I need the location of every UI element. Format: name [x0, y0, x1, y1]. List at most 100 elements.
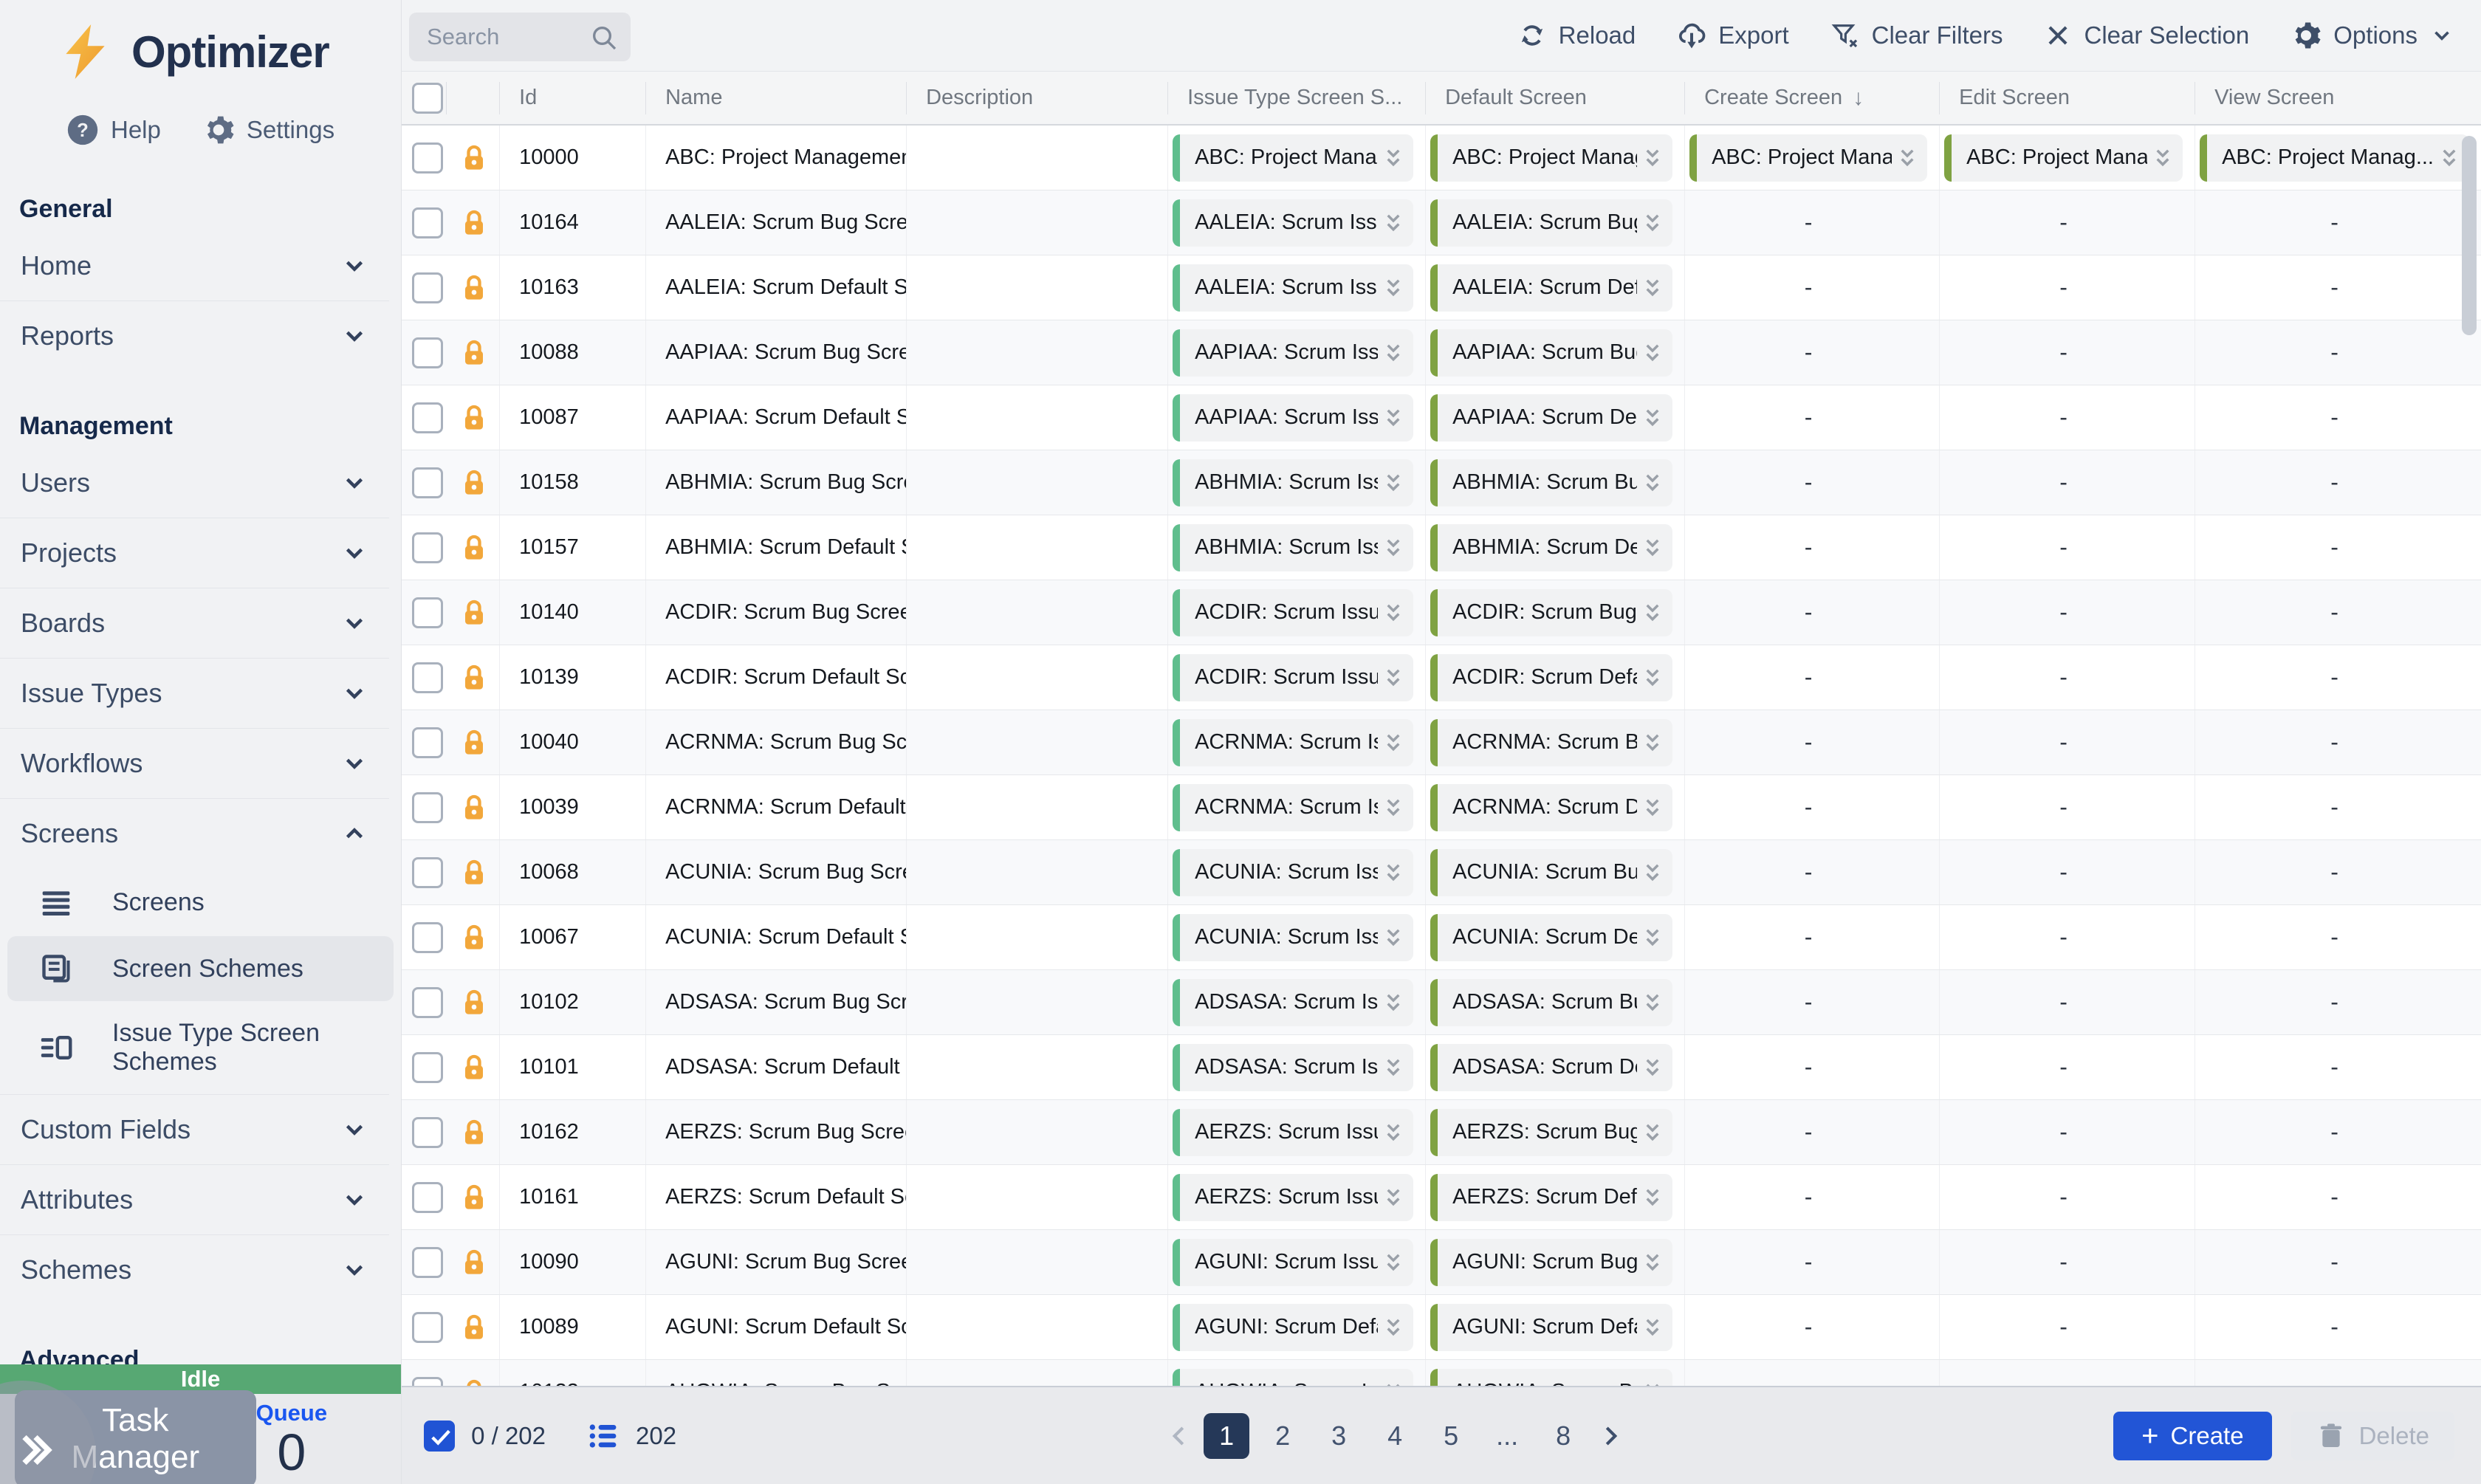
screen-select-dropdown[interactable]: ABHMIA: Scrum Bu...: [1430, 459, 1672, 506]
options-button[interactable]: Options: [2290, 20, 2454, 51]
screen-select-dropdown[interactable]: ADSASA: Scrum De...: [1430, 1044, 1672, 1091]
screen-select-dropdown[interactable]: ACUNIA: Scrum Bu...: [1430, 849, 1672, 896]
screen-select-dropdown[interactable]: ACDIR: Scrum Defa...: [1430, 654, 1672, 701]
screen-select-dropdown[interactable]: ADSASA: Scrum Bu...: [1430, 979, 1672, 1026]
page-button-3[interactable]: 3: [1316, 1413, 1362, 1459]
screen-select-dropdown[interactable]: AAPIAA: Scrum Issu...: [1173, 394, 1413, 442]
row-checkbox[interactable]: [412, 207, 443, 238]
settings-button[interactable]: Settings: [202, 114, 334, 146]
screen-select-dropdown[interactable]: AGUNI: Scrum Bug ...: [1430, 1239, 1672, 1286]
screen-select-dropdown[interactable]: ABC: Project Manag...: [1173, 134, 1413, 182]
delete-button[interactable]: Delete: [2291, 1412, 2454, 1460]
table-row[interactable]: 10157 ABHMIA: Scrum Default Scre ABHMIA:…: [402, 515, 2481, 580]
table-row[interactable]: 10039 ACRNMA: Scrum Default Scr ACRNMA: …: [402, 775, 2481, 840]
row-checkbox[interactable]: [412, 662, 443, 693]
page-button-1[interactable]: 1: [1204, 1413, 1249, 1459]
row-checkbox[interactable]: [412, 402, 443, 433]
next-page-button[interactable]: [1596, 1422, 1624, 1450]
sidebar-subitem-screens[interactable]: Screens: [7, 870, 394, 935]
screen-select-dropdown[interactable]: AALEIA: Scrum Issu...: [1173, 199, 1413, 247]
screen-select-dropdown[interactable]: ACUNIA: Scrum Def...: [1430, 914, 1672, 961]
row-checkbox[interactable]: [412, 272, 443, 303]
screen-select-dropdown[interactable]: AUGWIA: Scrum B...: [1430, 1369, 1672, 1387]
screen-select-dropdown[interactable]: AERZS: Scrum Issu...: [1173, 1109, 1413, 1156]
row-checkbox[interactable]: [412, 597, 443, 628]
column-header-description[interactable]: Description: [906, 82, 1167, 114]
screen-select-dropdown[interactable]: AGUNI: Scrum Defa...: [1430, 1304, 1672, 1351]
table-row[interactable]: 10163 AALEIA: Scrum Default Scre. AALEIA…: [402, 255, 2481, 320]
sidebar-item-issue-types[interactable]: Issue Types: [0, 659, 401, 728]
help-button[interactable]: ? Help: [66, 114, 161, 146]
screen-select-dropdown[interactable]: AERZS: Scrum Bug ...: [1430, 1109, 1672, 1156]
table-row[interactable]: 10089 AGUNI: Scrum Default Scree AGUNI: …: [402, 1295, 2481, 1360]
row-checkbox[interactable]: [412, 1117, 443, 1148]
select-all-checkbox[interactable]: [412, 83, 443, 114]
column-header-edit-screen[interactable]: Edit Screen: [1939, 82, 2195, 114]
screen-select-dropdown[interactable]: AGUNI: Scrum Defa...: [1173, 1304, 1413, 1351]
page-button-2[interactable]: 2: [1260, 1413, 1305, 1459]
screen-select-dropdown[interactable]: AALEIA: Scrum Issu...: [1173, 264, 1413, 312]
table-row[interactable]: 10087 AAPIAA: Scrum Default Scre. AAPIAA…: [402, 385, 2481, 450]
row-checkbox[interactable]: [412, 532, 443, 563]
create-button[interactable]: + Create: [2113, 1412, 2271, 1460]
table-row[interactable]: 10139 ACDIR: Scrum Default Scree. ACDIR:…: [402, 645, 2481, 710]
screen-select-dropdown[interactable]: AAPIAA: Scrum Bug...: [1430, 329, 1672, 377]
sidebar-item-projects[interactable]: Projects: [0, 518, 401, 588]
screen-select-dropdown[interactable]: AERZS: Scrum Defa...: [1430, 1174, 1672, 1221]
sidebar-item-users[interactable]: Users: [0, 448, 401, 518]
screen-select-dropdown[interactable]: ACUNIA: Scrum Iss...: [1173, 914, 1413, 961]
row-checkbox[interactable]: [412, 1377, 443, 1387]
column-header-default-screen[interactable]: Default Screen: [1425, 82, 1684, 114]
page-button-8[interactable]: 8: [1540, 1413, 1586, 1459]
row-checkbox[interactable]: [412, 467, 443, 498]
selection-checkbox[interactable]: [424, 1421, 455, 1452]
row-checkbox[interactable]: [412, 1182, 443, 1213]
sidebar-item-reports[interactable]: Reports: [0, 301, 401, 371]
column-header-view-screen[interactable]: View Screen: [2195, 82, 2481, 114]
table-row[interactable]: 10140 ACDIR: Scrum Bug Screen S. ACDIR: …: [402, 580, 2481, 645]
export-button[interactable]: Export: [1677, 21, 1788, 50]
table-row[interactable]: 10161 AERZS: Scrum Default Scree AERZS: …: [402, 1165, 2481, 1230]
screen-select-dropdown[interactable]: ACRNMA: Scrum B...: [1430, 719, 1672, 766]
row-checkbox[interactable]: [412, 1247, 443, 1278]
sidebar-item-home[interactable]: Home: [0, 231, 401, 300]
previous-page-button[interactable]: [1165, 1422, 1193, 1450]
screen-select-dropdown[interactable]: ADSASA: Scrum Iss...: [1173, 1044, 1413, 1091]
screen-select-dropdown[interactable]: ACRNMA: Scrum Is...: [1173, 784, 1413, 831]
table-row[interactable]: 10164 AALEIA: Scrum Bug Screen S AALEIA:…: [402, 190, 2481, 255]
screen-select-dropdown[interactable]: AERZS: Scrum Issu...: [1173, 1174, 1413, 1221]
row-checkbox[interactable]: [412, 142, 443, 174]
reload-button[interactable]: Reload: [1517, 21, 1636, 50]
row-checkbox[interactable]: [412, 922, 443, 953]
row-checkbox[interactable]: [412, 987, 443, 1018]
table-row[interactable]: 10101 ADSASA: Scrum Default Scr. ADSASA:…: [402, 1035, 2481, 1100]
screen-select-dropdown[interactable]: ACDIR: Scrum Bug ...: [1430, 589, 1672, 636]
row-checkbox[interactable]: [412, 1312, 443, 1343]
row-checkbox[interactable]: [412, 857, 443, 888]
table-row[interactable]: 10067 ACUNIA: Scrum Default Scre ACUNIA:…: [402, 905, 2481, 970]
page-button-4[interactable]: 4: [1372, 1413, 1418, 1459]
screen-select-dropdown[interactable]: ABHMIA: Scrum Iss...: [1173, 459, 1413, 506]
table-row[interactable]: 10000 ABC: Project Management S. ABC: Pr…: [402, 126, 2481, 190]
sidebar-item-boards[interactable]: Boards: [0, 588, 401, 658]
clear-selection-button[interactable]: Clear Selection: [2044, 21, 2249, 49]
screen-select-dropdown[interactable]: ABC: Project Manag...: [1689, 134, 1927, 182]
screen-select-dropdown[interactable]: AUGWIA: Scrum I...: [1173, 1369, 1413, 1387]
column-header-issue-type-screen-scheme[interactable]: Issue Type Screen S...: [1167, 82, 1425, 114]
column-header-name[interactable]: Name: [645, 82, 906, 114]
screen-select-dropdown[interactable]: AAPIAA: Scrum Issu...: [1173, 329, 1413, 377]
clear-filters-button[interactable]: Clear Filters: [1830, 21, 2003, 50]
table-row[interactable]: 10040 ACRNMA: Scrum Bug Screen ACRNMA: S…: [402, 710, 2481, 775]
table-row[interactable]: 10102 ADSASA: Scrum Bug Screen ADSASA: S…: [402, 970, 2481, 1035]
table-row[interactable]: 10088 AAPIAA: Scrum Bug Screen . AAPIAA:…: [402, 320, 2481, 385]
table-row[interactable]: 10158 ABHMIA: Scrum Bug Screen ABHMIA: S…: [402, 450, 2481, 515]
table-row[interactable]: 10090 AGUNI: Scrum Bug Screen S. AGUNI: …: [402, 1230, 2481, 1295]
screen-select-dropdown[interactable]: AALEIA: Scrum Bug...: [1430, 199, 1672, 247]
screen-select-dropdown[interactable]: AALEIA: Scrum Def...: [1430, 264, 1672, 312]
screen-select-dropdown[interactable]: AGUNI: Scrum Issu...: [1173, 1239, 1413, 1286]
sidebar-item-screens[interactable]: Screens: [0, 799, 401, 868]
screen-select-dropdown[interactable]: ACRNMA: Scrum D...: [1430, 784, 1672, 831]
row-checkbox[interactable]: [412, 1052, 443, 1083]
row-checkbox[interactable]: [412, 792, 443, 823]
screen-select-dropdown[interactable]: ABHMIA: Scrum Iss...: [1173, 524, 1413, 571]
